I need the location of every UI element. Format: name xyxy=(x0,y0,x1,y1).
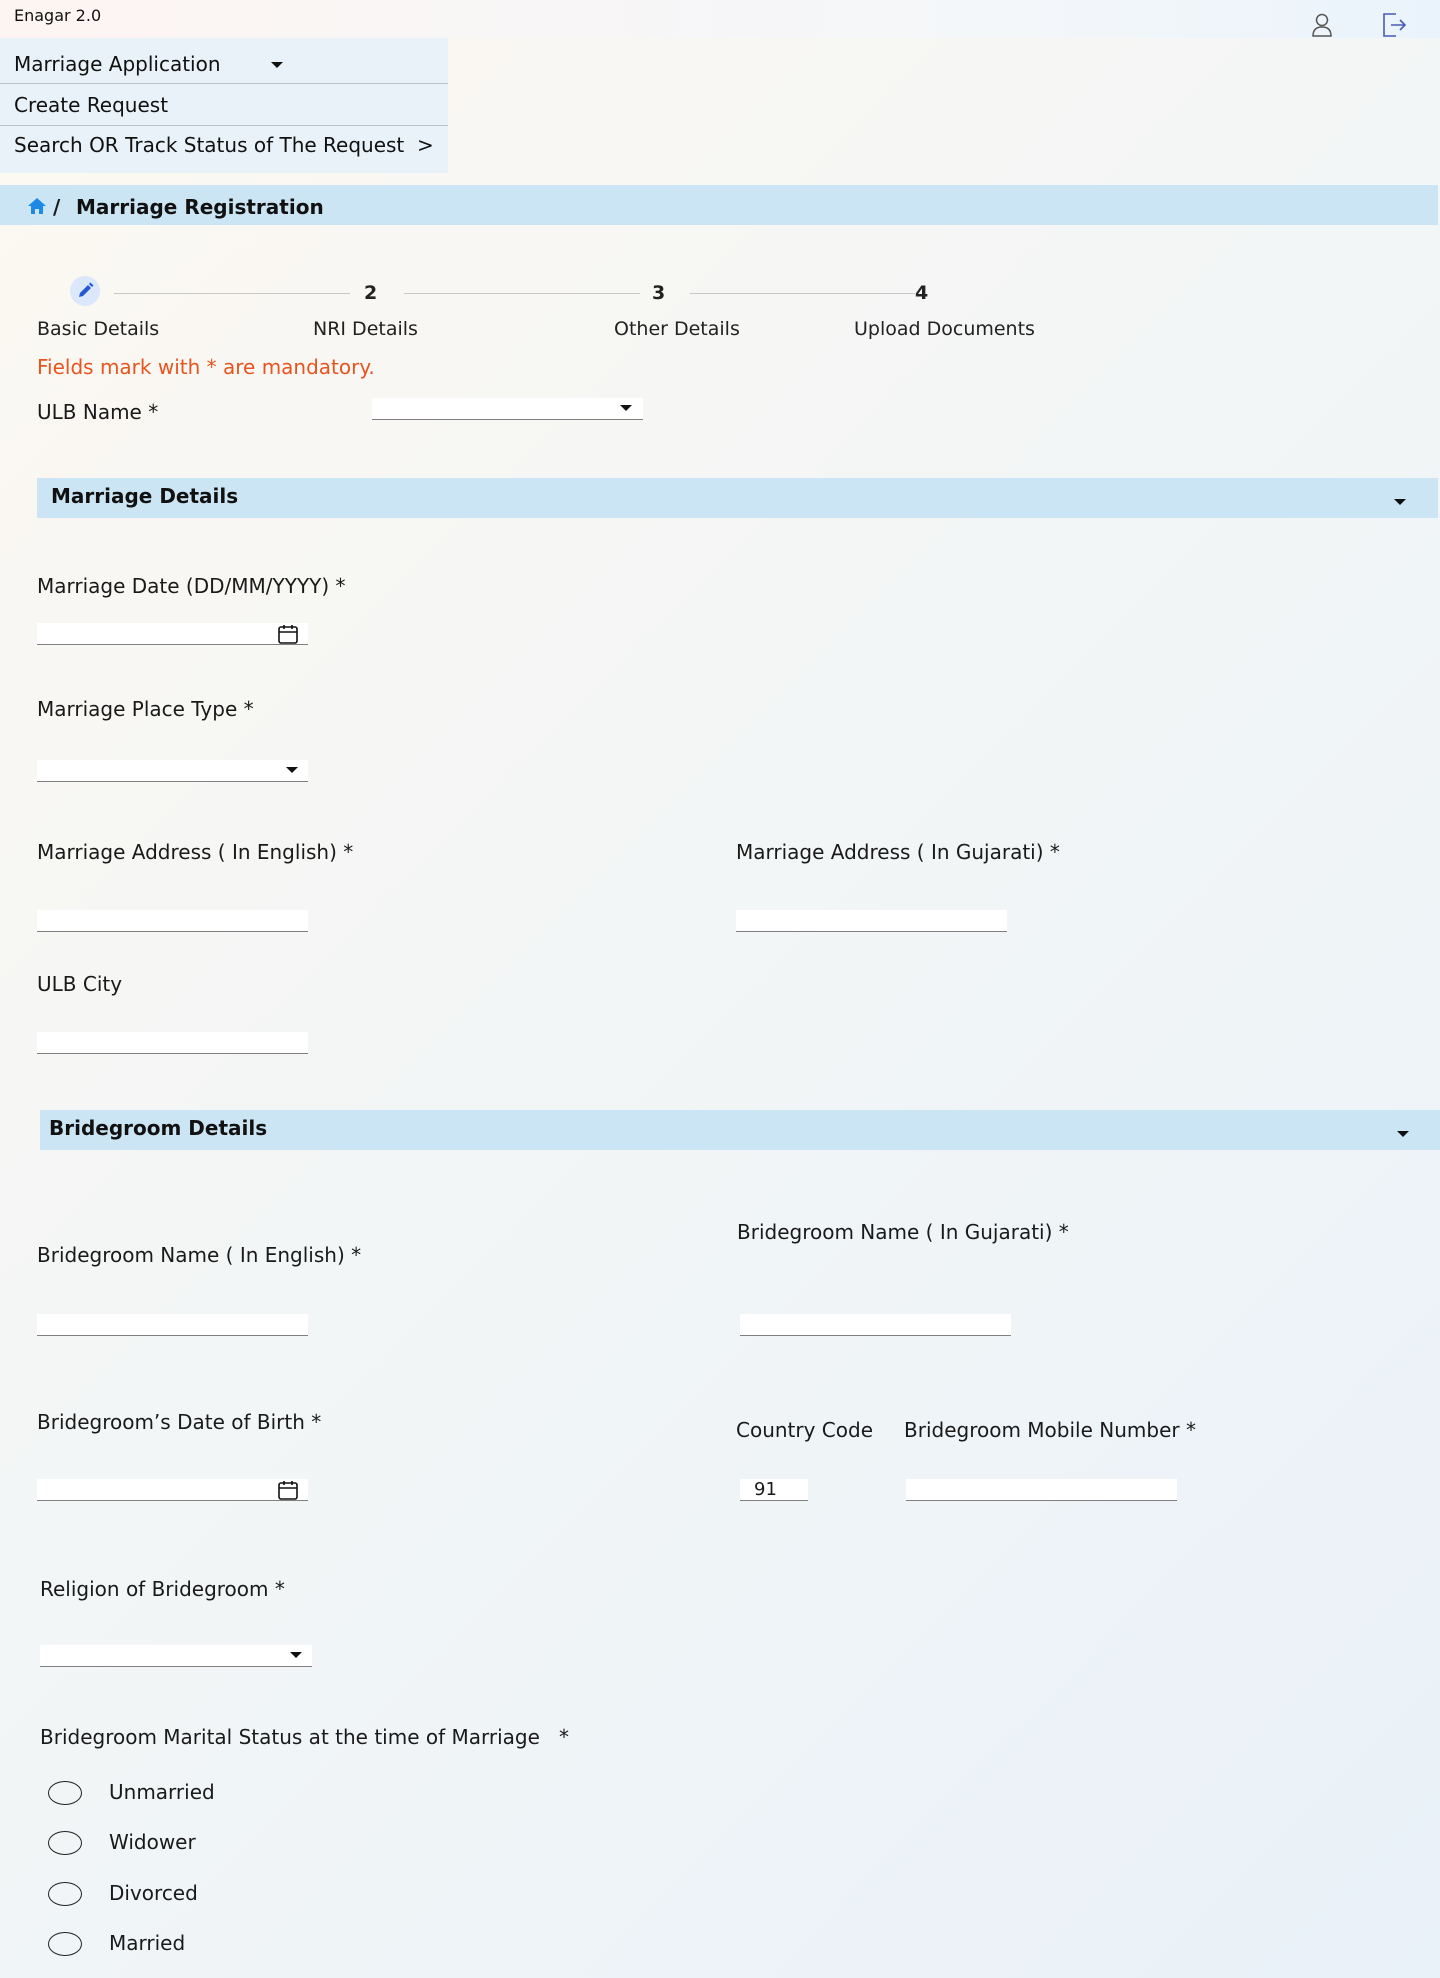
bridegroom-name-english-input[interactable] xyxy=(37,1314,308,1336)
ulb-city-input[interactable] xyxy=(37,1032,308,1054)
country-code-value: 91 xyxy=(754,1479,777,1500)
religion-label: Religion of Bridegroom * xyxy=(40,1577,285,1601)
radio-label-unmarried: Unmarried xyxy=(109,1780,215,1804)
step-connector xyxy=(404,293,640,294)
step-label-upload-documents: Upload Documents xyxy=(854,318,1035,340)
step-connector xyxy=(690,293,915,294)
step-label-nri-details: NRI Details xyxy=(313,318,418,340)
marriage-details-header[interactable] xyxy=(37,478,1438,518)
marriage-address-gujarati-input[interactable] xyxy=(736,910,1007,932)
country-code-input[interactable]: 91 xyxy=(740,1479,808,1501)
radio-married[interactable] xyxy=(48,1932,82,1956)
marital-status-label: Bridegroom Marital Status at the time of… xyxy=(40,1725,569,1749)
marriage-address-gujarati-label: Marriage Address ( In Gujarati) * xyxy=(736,840,1060,864)
page-title: Marriage Registration xyxy=(76,195,324,219)
radio-divorced[interactable] xyxy=(48,1882,82,1906)
bridegroom-dob-field[interactable] xyxy=(37,1479,308,1501)
chevron-down-icon xyxy=(620,405,632,411)
menu-item-search-track[interactable]: Search OR Track Status of The Request > xyxy=(0,124,448,165)
menu-item-create-request[interactable]: Create Request xyxy=(0,84,448,125)
menu-item-label: Marriage Application xyxy=(14,51,221,76)
step-number-3[interactable]: 3 xyxy=(652,282,665,304)
chevron-down-icon xyxy=(290,1652,302,1658)
menu-item-marriage-application[interactable]: Marriage Application xyxy=(0,43,448,84)
bridegroom-name-gujarati-label: Bridegroom Name ( In Gujarati) * xyxy=(737,1220,1069,1244)
app-title: Enagar 2.0 xyxy=(14,6,102,25)
bridegroom-mobile-label: Bridegroom Mobile Number * xyxy=(904,1418,1196,1442)
step-number-4[interactable]: 4 xyxy=(915,282,928,304)
marriage-date-label: Marriage Date (DD/MM/YYYY) * xyxy=(37,574,346,598)
marriage-date-field[interactable] xyxy=(37,623,308,645)
bridegroom-name-english-label: Bridegroom Name ( In English) * xyxy=(37,1243,362,1267)
chevron-down-icon xyxy=(286,767,298,773)
chevron-down-icon[interactable] xyxy=(1397,1131,1409,1137)
step-basic-details[interactable] xyxy=(70,276,100,306)
radio-label-divorced: Divorced xyxy=(109,1881,198,1905)
calendar-icon[interactable] xyxy=(277,1479,299,1505)
pencil-icon xyxy=(79,282,94,297)
user-icon[interactable] xyxy=(1310,12,1334,38)
religion-select[interactable] xyxy=(40,1645,312,1667)
step-label-basic-details: Basic Details xyxy=(37,318,160,340)
marriage-address-english-label: Marriage Address ( In English) * xyxy=(37,840,354,864)
step-connector xyxy=(114,293,350,294)
breadcrumb-separator: / xyxy=(53,195,61,219)
radio-label-widower: Widower xyxy=(109,1830,196,1854)
bridegroom-mobile-input[interactable] xyxy=(906,1479,1177,1501)
radio-widower[interactable] xyxy=(48,1831,82,1855)
radio-unmarried[interactable] xyxy=(48,1781,82,1805)
ulb-name-label: ULB Name * xyxy=(37,400,159,424)
bridegroom-name-gujarati-input[interactable] xyxy=(740,1314,1011,1336)
country-code-label: Country Code xyxy=(736,1418,874,1442)
marriage-place-type-label: Marriage Place Type * xyxy=(37,697,254,721)
home-icon[interactable] xyxy=(26,196,48,216)
ulb-name-select[interactable] xyxy=(372,398,643,420)
chevron-down-icon[interactable] xyxy=(1394,499,1406,505)
marriage-details-title: Marriage Details xyxy=(51,484,239,508)
bridegroom-details-title: Bridegroom Details xyxy=(49,1116,268,1140)
bridegroom-dob-label: Bridegroom’s Date of Birth * xyxy=(37,1410,322,1434)
top-bar xyxy=(0,0,1440,38)
marriage-place-type-select[interactable] xyxy=(37,760,308,782)
step-number-2[interactable]: 2 xyxy=(364,282,377,304)
menu-item-label: Create Request xyxy=(14,92,169,117)
step-label-other-details: Other Details xyxy=(614,318,740,340)
marriage-address-english-input[interactable] xyxy=(37,910,308,932)
menu-item-label: Search OR Track Status of The Request > xyxy=(14,132,434,157)
ulb-city-label: ULB City xyxy=(37,972,123,996)
mandatory-note: Fields mark with * are mandatory. xyxy=(37,355,375,379)
calendar-icon[interactable] xyxy=(277,623,299,649)
logout-icon[interactable] xyxy=(1380,10,1408,40)
radio-label-married: Married xyxy=(109,1931,186,1955)
